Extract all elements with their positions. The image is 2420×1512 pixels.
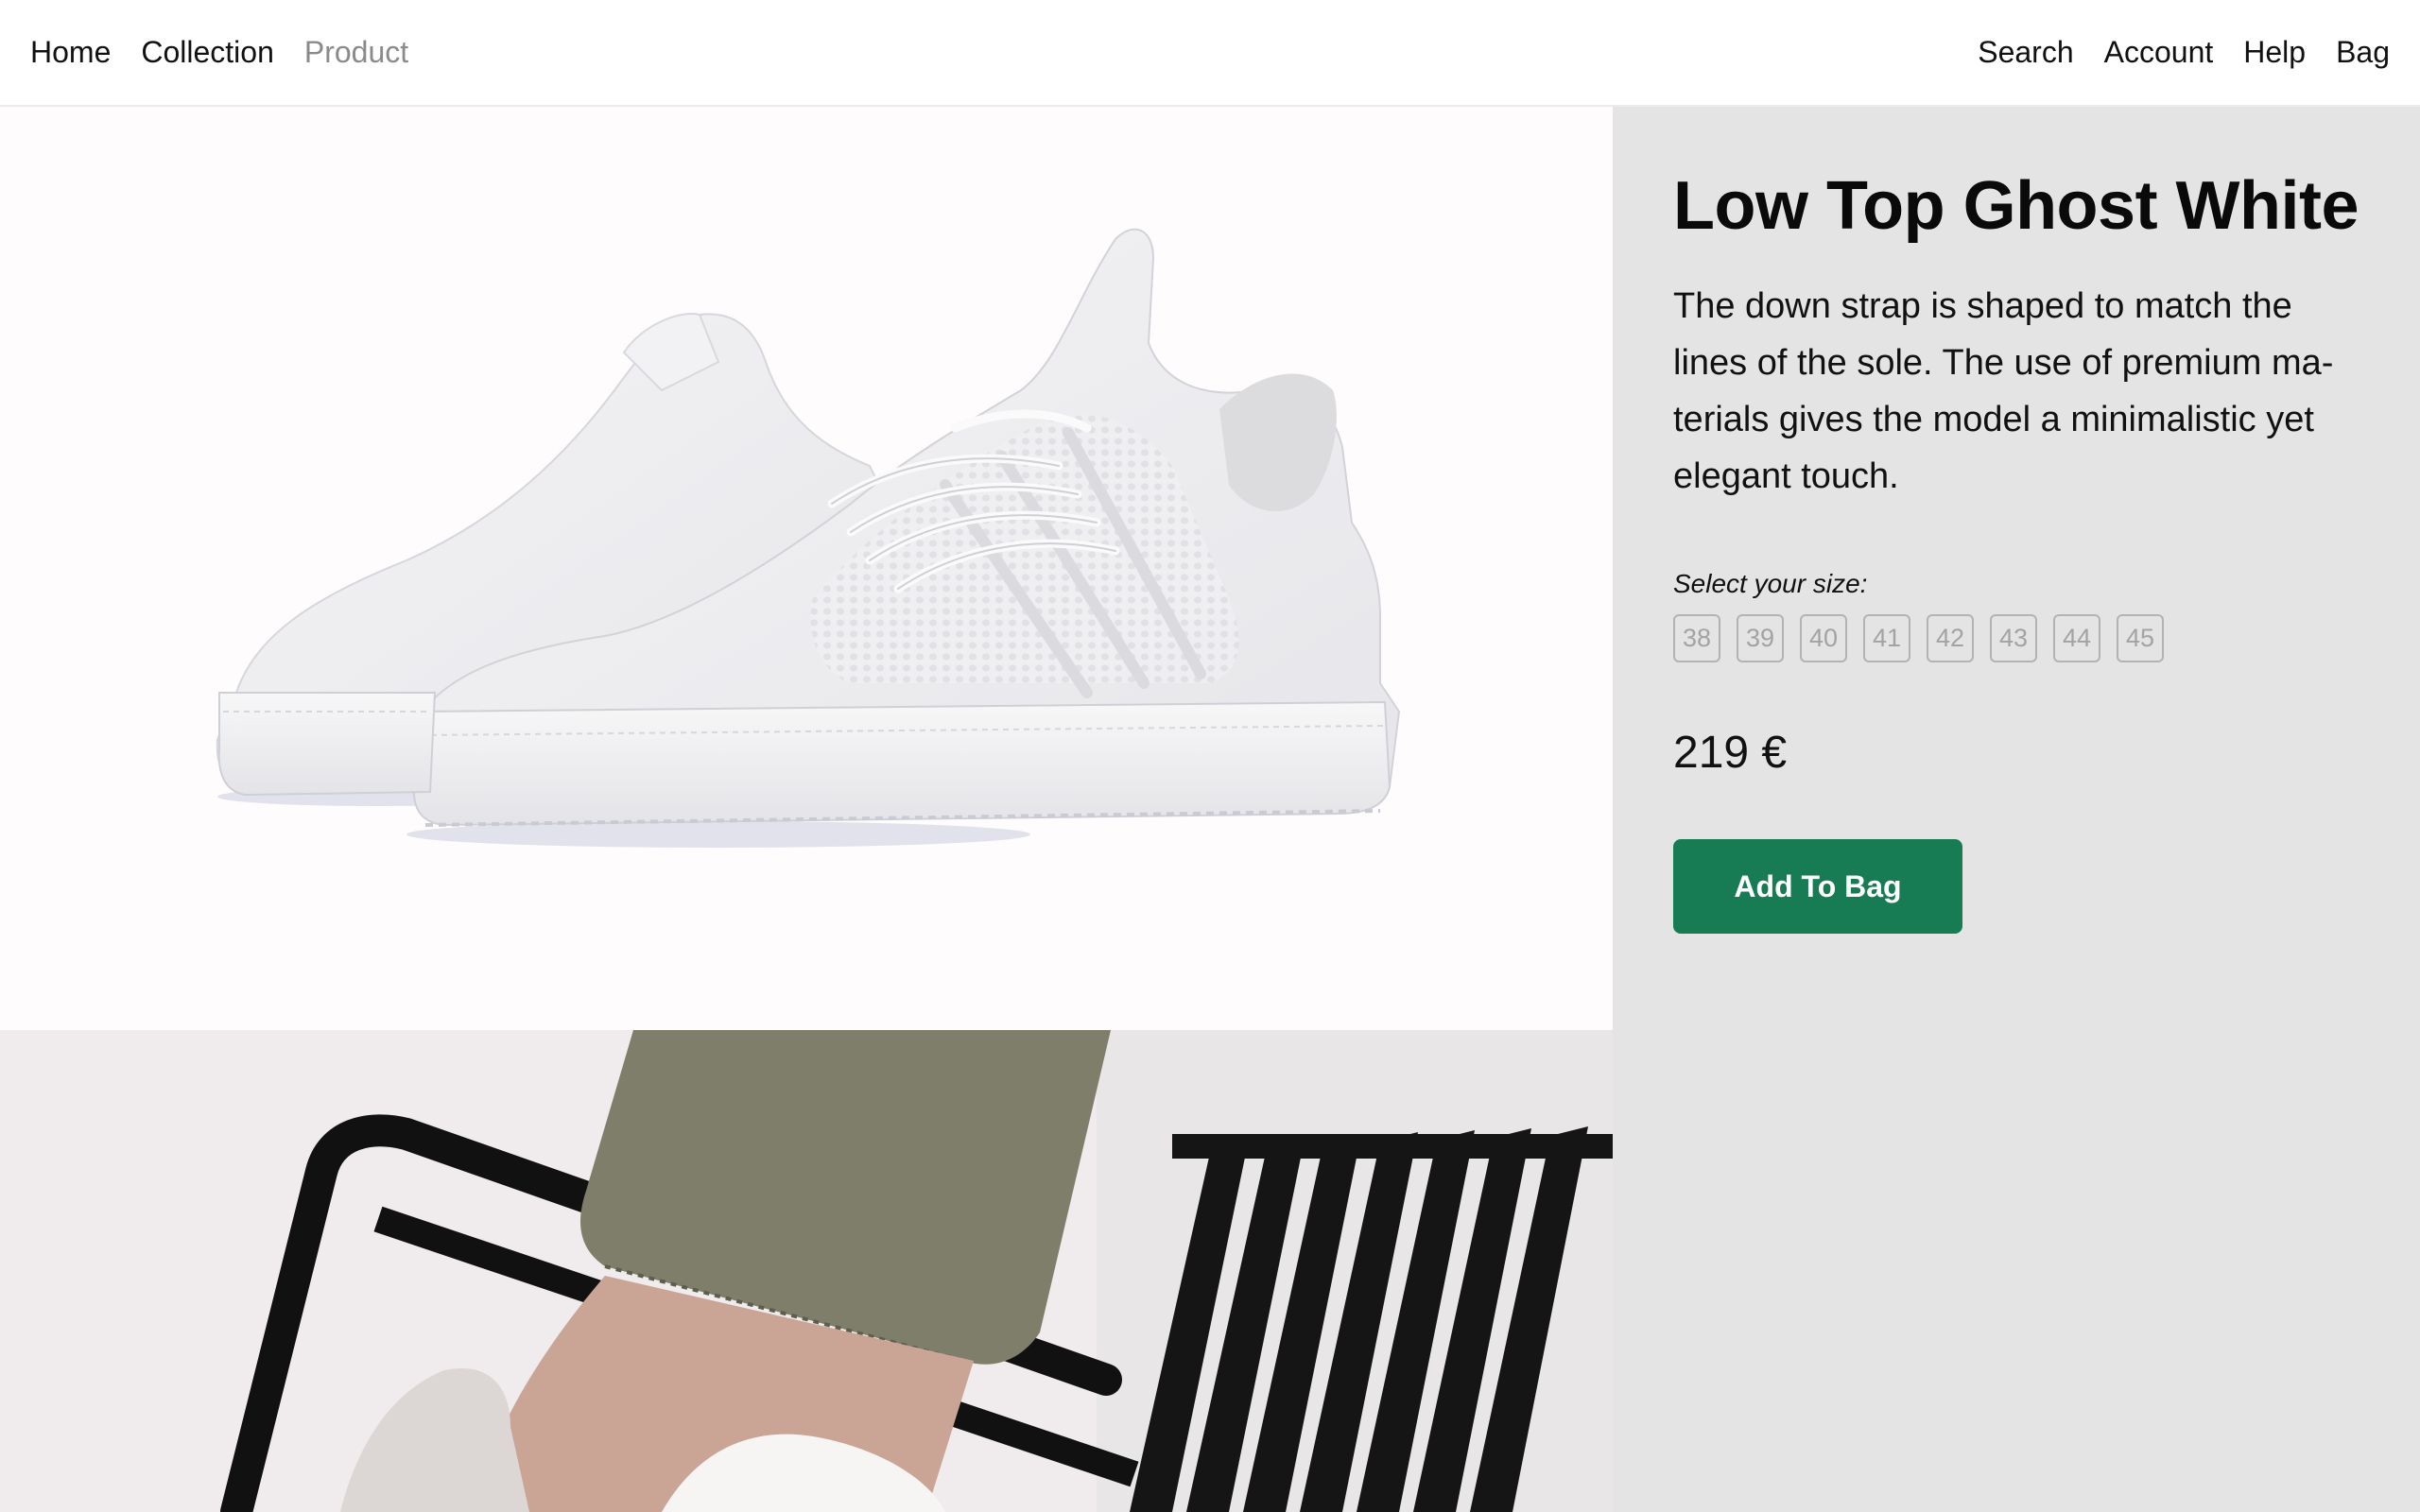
- product-gallery: [0, 107, 1613, 1512]
- size-option-43[interactable]: 43: [1990, 614, 2037, 663]
- nav-search-link[interactable]: Search: [1978, 35, 2073, 70]
- nav-product-link[interactable]: Product: [304, 35, 408, 70]
- product-details-panel: Low Top Ghost White The down strap is sh…: [1613, 107, 2420, 1512]
- size-option-44[interactable]: 44: [2053, 614, 2100, 663]
- nav-account-link[interactable]: Account: [2104, 35, 2214, 70]
- size-option-45[interactable]: 45: [2117, 614, 2164, 663]
- nav-right: Search Account Help Bag: [1978, 35, 2390, 70]
- size-option-40[interactable]: 40: [1800, 614, 1847, 663]
- nav-left: Home Collection Product: [30, 35, 408, 70]
- product-price: 219 €: [1673, 728, 1788, 779]
- size-selector: 38 39 40 41 42 43 44 45: [1673, 614, 2420, 663]
- lifestyle-illustration: [0, 1030, 1613, 1512]
- nav-bag-link[interactable]: Bag: [2336, 35, 2390, 70]
- product-image-sneakers: [0, 107, 1613, 1030]
- nav-help-link[interactable]: Help: [2243, 35, 2306, 70]
- size-option-38[interactable]: 38: [1673, 614, 1720, 663]
- size-option-42[interactable]: 42: [1927, 614, 1974, 663]
- nav-collection-link[interactable]: Collection: [141, 35, 274, 70]
- top-navigation: Home Collection Product Search Account H…: [0, 0, 2420, 107]
- product-image-lifestyle: [0, 1030, 1613, 1512]
- add-to-bag-button[interactable]: Add To Bag: [1673, 839, 1962, 935]
- size-selector-label: Select your size:: [1673, 569, 1868, 599]
- nav-home-link[interactable]: Home: [30, 35, 111, 70]
- sneaker-illustration: [216, 228, 1401, 848]
- size-option-41[interactable]: 41: [1863, 614, 1910, 663]
- size-option-39[interactable]: 39: [1737, 614, 1784, 663]
- product-title: Low Top Ghost White: [1673, 168, 2360, 244]
- product-description: The down strap is shaped to match the li…: [1673, 286, 2334, 497]
